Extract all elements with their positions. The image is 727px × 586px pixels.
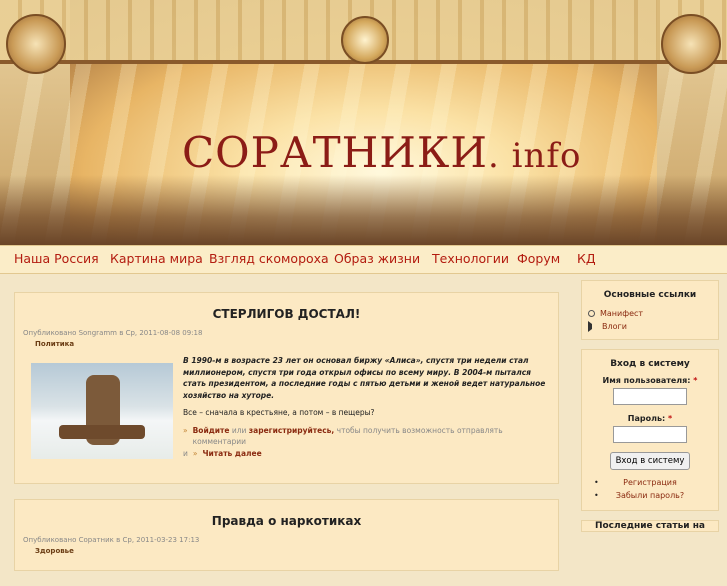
- forest-silhouette: [0, 175, 727, 245]
- and-text: и: [183, 448, 188, 458]
- password-label: Пароль:: [627, 414, 666, 423]
- main-links-block: Основные ссылки Манифест Влоги: [581, 280, 719, 340]
- register-link[interactable]: зарегистрируйтесь,: [249, 426, 334, 435]
- nav-tekhnologii[interactable]: Технологии: [432, 251, 509, 266]
- site-header: СОРАТНИКИ. info: [0, 0, 727, 245]
- password-input[interactable]: [613, 426, 687, 443]
- nav-kartina-mira[interactable]: Картина мира: [110, 251, 203, 266]
- post-body: В 1990-м в возрасте 23 лет он основал би…: [183, 355, 548, 459]
- login-block: Вход в систему Имя пользователя: * Парол…: [581, 349, 719, 511]
- post-links: » Войдите или зарегистрируйтесь, чтобы п…: [183, 425, 548, 460]
- main-links-title: Основные ссылки: [603, 290, 697, 300]
- main-links-list: Манифест Влоги: [582, 307, 718, 339]
- login-title: Вход в систему: [610, 359, 690, 369]
- required-mark: *: [693, 376, 698, 385]
- post-meta: Опубликовано Соратник в Ср, 2011-03-23 1…: [23, 536, 200, 544]
- sirin-bird-right-icon: [661, 14, 721, 74]
- circle-bullet-icon: [588, 310, 595, 317]
- nav-obraz-zhizni[interactable]: Образ жизни: [334, 251, 420, 266]
- register-link-item[interactable]: • Регистрация: [582, 476, 718, 489]
- post-meta: Опубликовано Songramm в Ср, 2011-08-08 0…: [23, 329, 203, 337]
- link-vlogi[interactable]: Влоги: [588, 320, 718, 333]
- triangle-bullet-icon: [588, 321, 597, 332]
- center-medallion-icon: [341, 16, 389, 64]
- login-form: Имя пользователя: * Пароль: * Вход в сис…: [582, 376, 718, 510]
- content-column: СТЕРЛИГОВ ДОСТАЛ! Опубликовано Songramm …: [14, 292, 559, 586]
- post-photo: [31, 363, 173, 459]
- site-title-domain: . info: [488, 136, 582, 176]
- forgot-password-item[interactable]: • Забыли пароль?: [582, 489, 718, 502]
- post-title[interactable]: СТЕРЛИГОВ ДОСТАЛ!: [15, 293, 558, 329]
- bullet-arrow-icon: »: [192, 448, 198, 458]
- login-button[interactable]: Вход в систему: [609, 452, 691, 470]
- read-more-link[interactable]: Читать далее: [202, 448, 261, 460]
- recent-articles-block: Последние статьи на: [581, 520, 719, 532]
- post-pravda-o-narkotikakh: Правда о наркотиках Опубликовано Соратни…: [14, 499, 559, 571]
- nav-forum[interactable]: Форум: [517, 251, 560, 266]
- post-sterligov: СТЕРЛИГОВ ДОСТАЛ! Опубликовано Songramm …: [14, 292, 559, 484]
- photo-sled: [59, 425, 145, 439]
- post-text: Все – сначала в крестьяне, а потом – в п…: [183, 408, 375, 417]
- nav-nasha-rossiya[interactable]: Наша Россия: [14, 251, 99, 266]
- sidebar: Основные ссылки Манифест Влоги Вход в си…: [581, 280, 719, 541]
- nav-kd[interactable]: КД: [577, 251, 596, 266]
- login-link[interactable]: Войдите: [193, 426, 230, 435]
- or-text: или: [231, 425, 247, 435]
- post-title[interactable]: Правда о наркотиках: [15, 500, 558, 536]
- recent-articles-title: Последние статьи на: [594, 521, 706, 531]
- username-input[interactable]: [613, 388, 687, 405]
- post-lead: В 1990-м в возрасте 23 лет он основал би…: [183, 356, 546, 400]
- sirin-bird-left-icon: [6, 14, 66, 74]
- username-label: Имя пользователя:: [602, 376, 691, 385]
- post-login-line: » Войдите или зарегистрируйтесь, чтобы п…: [183, 425, 548, 448]
- post-tag[interactable]: Политика: [15, 340, 558, 348]
- nav-vzglyad-skomorokha[interactable]: Взгляд скомороха: [209, 251, 329, 266]
- link-manifest[interactable]: Манифест: [588, 307, 718, 320]
- main-navigation: Наша Россия Картина мира Взгляд скоморох…: [0, 245, 727, 274]
- required-mark: *: [668, 414, 673, 423]
- post-read-more-line: и » Читать далее: [183, 448, 548, 460]
- post-tag[interactable]: Здоровье: [15, 547, 558, 555]
- site-title-main: СОРАТНИКИ: [182, 128, 489, 177]
- site-logo-title[interactable]: СОРАТНИКИ. info: [182, 128, 582, 177]
- bullet-arrow-icon: »: [183, 425, 188, 435]
